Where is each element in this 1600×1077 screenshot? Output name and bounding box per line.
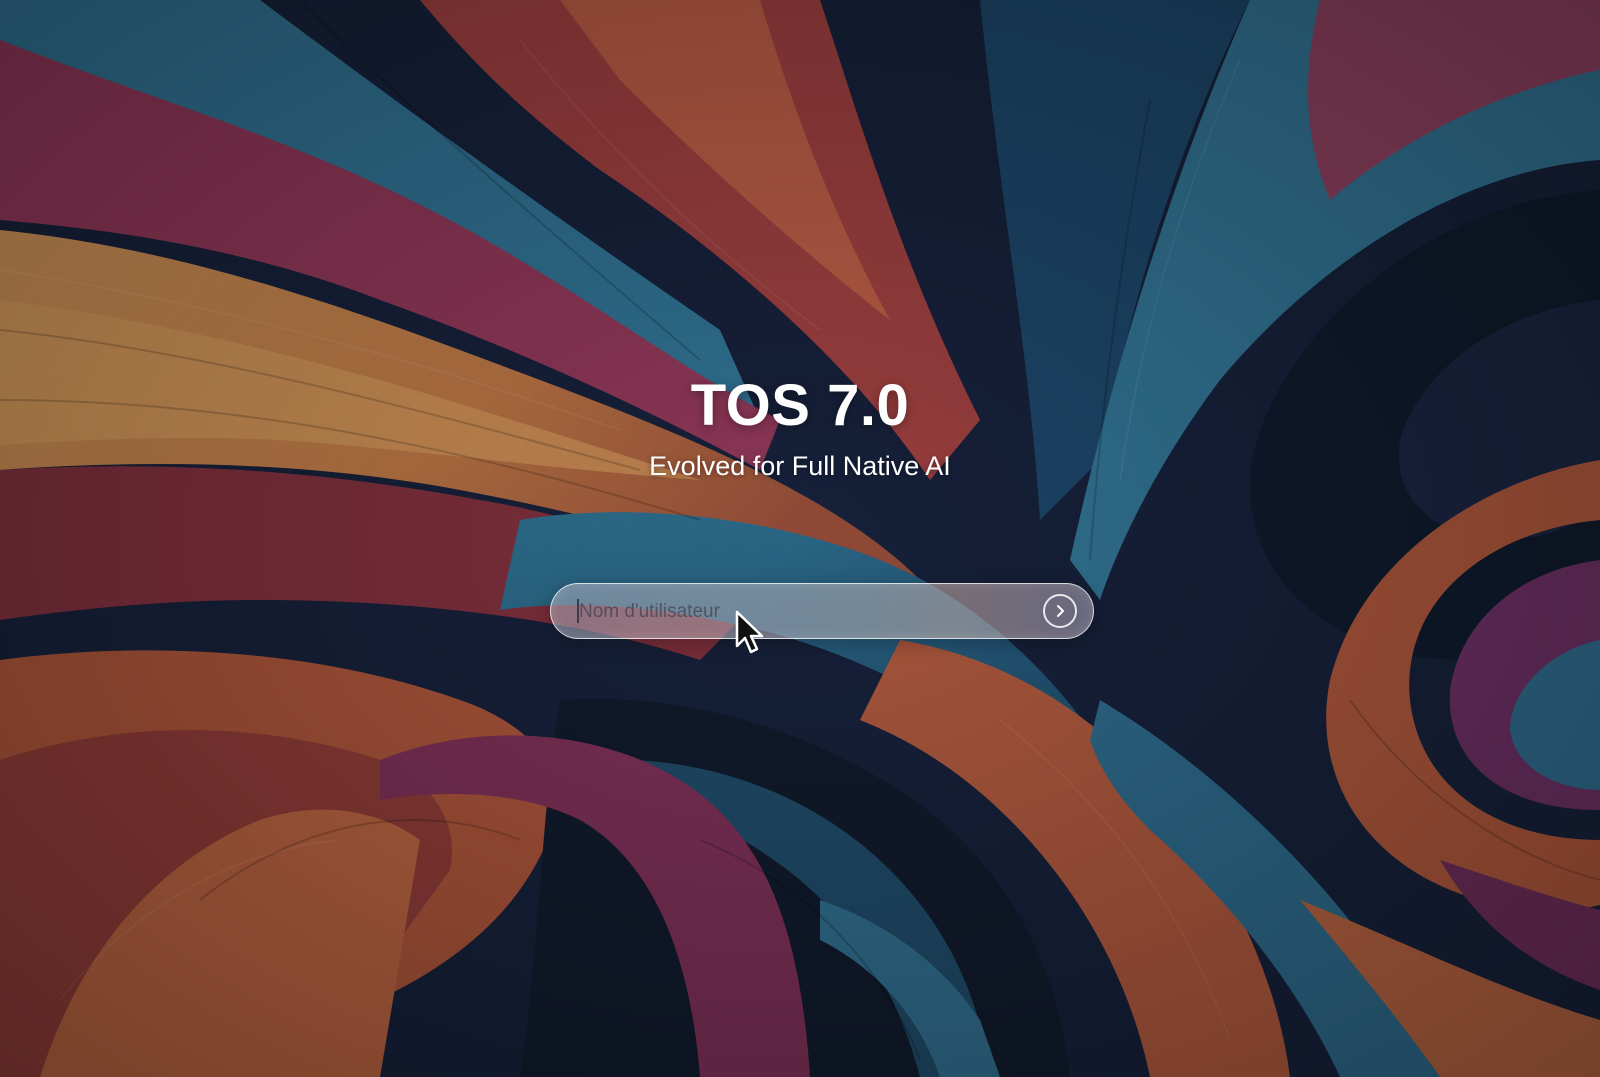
text-caret [577,599,579,623]
arrow-right-circle-icon [1057,605,1064,617]
submit-button[interactable] [1043,594,1077,628]
login-screen: TOS 7.0 Evolved for Full Native AI [0,0,1600,1077]
login-panel: TOS 7.0 Evolved for Full Native AI [0,0,1600,1077]
username-input[interactable] [577,584,1011,639]
os-subtitle: Evolved for Full Native AI [649,451,951,481]
os-title: TOS 7.0 [690,373,910,438]
mouse-pointer-icon [735,610,764,654]
username-field-container [550,583,1094,639]
